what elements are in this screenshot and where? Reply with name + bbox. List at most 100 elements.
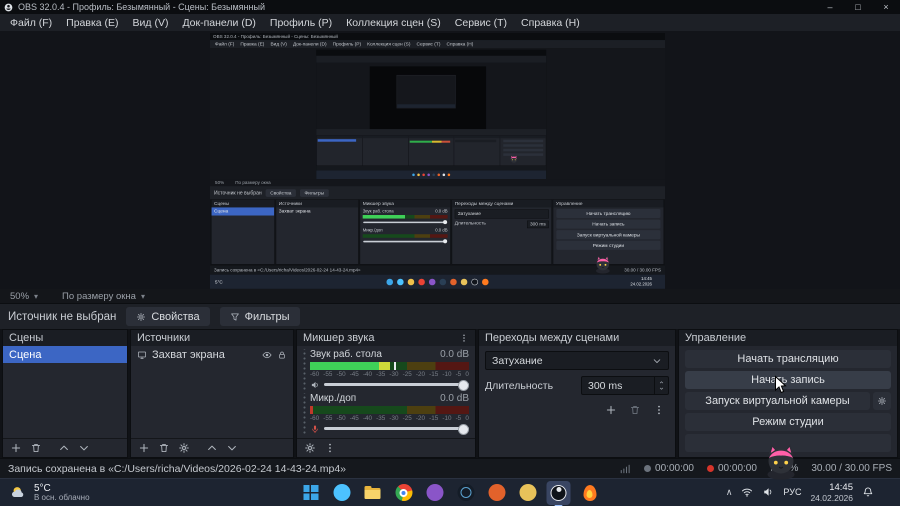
microphone-icon[interactable]: [310, 424, 320, 434]
windows-taskbar: 5°C В осн. облачно ∧ РУС 14:45 24.02.202…: [0, 478, 900, 506]
taskbar-weather-widget[interactable]: 5°C В осн. облачно: [10, 483, 90, 503]
taskbar-chrome-icon[interactable]: [392, 481, 416, 505]
cat-sticker-mini: [507, 155, 520, 165]
mixer-channel-desktop: Звук раб. стола 0.0 dB -60 -55 -50 -45 -40 -35…: [301, 349, 469, 391]
volume-icon[interactable]: [762, 486, 774, 498]
taskbar-yellow-app-icon[interactable]: [516, 481, 540, 505]
notifications-bell-icon[interactable]: [862, 486, 874, 498]
chevron-down-icon: [652, 356, 662, 366]
source-down-button[interactable]: [223, 441, 240, 456]
remove-transition-button[interactable]: [626, 402, 643, 417]
minimize-button[interactable]: –: [816, 0, 844, 14]
menu-file[interactable]: Файл (F): [3, 14, 59, 31]
eye-icon[interactable]: [262, 350, 272, 360]
record-status-dot: [706, 465, 714, 472]
add-scene-button[interactable]: [7, 441, 24, 456]
speaker-icon[interactable]: [310, 380, 320, 390]
fps-indicator: 30.00 / 30.00 FPS: [811, 463, 892, 474]
mixer-more-button[interactable]: [321, 441, 338, 456]
duration-spinbox[interactable]: 300 ms: [581, 376, 669, 395]
weather-desc: В осн. облачно: [34, 492, 90, 502]
menu-help[interactable]: Справка (H): [514, 14, 587, 31]
keyboard-language[interactable]: РУС: [783, 487, 801, 497]
taskbar-pinned-apps: [299, 480, 602, 505]
scenes-dock-title: Сцены: [3, 330, 127, 346]
source-properties-button[interactable]: [175, 441, 192, 456]
source-up-button[interactable]: [203, 441, 220, 456]
mini-obs-level-1: OBS 32.0.4 - Профиль: Безымянный - Сцены…: [210, 33, 665, 289]
weather-icon: [10, 485, 28, 500]
wifi-icon[interactable]: [741, 486, 753, 498]
taskbar-obs-icon[interactable]: [546, 480, 571, 505]
volume-meter: [310, 362, 469, 370]
sources-dock-title: Источники: [131, 330, 293, 346]
menu-tools[interactable]: Сервис (T): [448, 14, 514, 31]
stream-timecode: 00:00:00: [644, 463, 694, 474]
tray-overflow-chevron[interactable]: ∧: [726, 487, 733, 498]
menu-docks[interactable]: Док-панели (D): [175, 14, 262, 31]
spin-up-icon[interactable]: [658, 380, 665, 385]
remove-source-button[interactable]: [155, 441, 172, 456]
fit-mode-dropdown[interactable]: По размеру окна: [62, 291, 145, 302]
start-recording-button[interactable]: Начать запись: [685, 371, 891, 389]
display-icon: [137, 350, 147, 360]
spin-down-icon[interactable]: [658, 386, 665, 391]
zoom-level-dropdown[interactable]: 50%: [10, 291, 38, 302]
source-list-item[interactable]: Захват экрана: [131, 346, 293, 364]
mixer-settings-button[interactable]: [301, 441, 318, 456]
add-source-button[interactable]: [135, 441, 152, 456]
funnel-icon: [230, 312, 240, 322]
taskbar-flame-app-icon[interactable]: [578, 481, 602, 505]
close-button[interactable]: ×: [872, 0, 900, 14]
clock-time: 14:45: [829, 481, 853, 493]
scene-up-button[interactable]: [55, 441, 72, 456]
lock-icon[interactable]: [277, 350, 287, 360]
window-titlebar: OBS 32.0.4 - Профиль: Безымянный - Сцены…: [0, 0, 900, 14]
scene-down-button[interactable]: [75, 441, 92, 456]
virtual-camera-settings-button[interactable]: [873, 392, 891, 410]
volume-db-label: 0.0 dB: [440, 393, 469, 404]
studio-mode-button[interactable]: Режим студии: [685, 413, 891, 431]
remove-scene-button[interactable]: [27, 441, 44, 456]
mini-obs-level-2: [316, 49, 547, 180]
system-tray: ∧ РУС 14:45 24.02.2026: [726, 482, 890, 504]
stream-status-dot: [644, 465, 652, 472]
volume-slider[interactable]: [324, 423, 469, 435]
drag-handle[interactable]: [301, 349, 306, 391]
taskbar-purple-app-icon[interactable]: [423, 481, 447, 505]
network-bars-icon: [619, 463, 631, 475]
windows-logo-icon: [303, 485, 318, 500]
taskbar-widgets-icon[interactable]: [330, 481, 354, 505]
taskbar-clock[interactable]: 14:45 24.02.2026: [810, 482, 853, 504]
cat-sticker-in-capture: [590, 254, 615, 273]
volume-slider[interactable]: [324, 379, 469, 391]
drag-handle[interactable]: [301, 393, 306, 435]
menu-view[interactable]: Вид (V): [126, 14, 176, 31]
window-title: OBS 32.0.4 - Профиль: Безымянный - Сцены…: [18, 2, 265, 12]
menu-scene-collection[interactable]: Коллекция сцен (S): [339, 14, 448, 31]
menu-profile[interactable]: Профиль (P): [263, 14, 339, 31]
source-toolbar: Источник не выбран Свойства Фильтры: [0, 303, 900, 329]
taskbar-steam-icon[interactable]: [454, 481, 478, 505]
scene-list-item[interactable]: Сцена: [3, 346, 127, 363]
mouse-cursor: [774, 375, 787, 395]
start-streaming-button[interactable]: Начать трансляцию: [685, 350, 891, 368]
clock-date: 24.02.2026: [810, 493, 853, 504]
filters-button[interactable]: Фильтры: [219, 307, 300, 326]
properties-button[interactable]: Свойства: [126, 307, 210, 326]
taskbar-orange-app-icon[interactable]: [485, 481, 509, 505]
menu-edit[interactable]: Правка (E): [59, 14, 125, 31]
screen-capture-preview[interactable]: OBS 32.0.4 - Профиль: Безымянный - Сцены…: [210, 33, 665, 289]
maximize-button[interactable]: □: [844, 0, 872, 14]
docks-row: Сцены Сцена Источники Захват экрана Микш…: [0, 329, 900, 458]
duration-label: Длительность: [485, 379, 554, 392]
controls-dock: Управление Начать трансляцию Начать запи…: [678, 329, 898, 458]
status-message: Запись сохранена в «C:/Users/richa/Video…: [8, 462, 347, 475]
transition-select[interactable]: Затухание: [485, 351, 669, 370]
add-transition-button[interactable]: [602, 402, 619, 417]
taskbar-explorer-icon[interactable]: [361, 481, 385, 505]
transition-more-button[interactable]: [650, 402, 667, 417]
record-timecode: 00:00:00: [706, 463, 757, 474]
mixer-menu-icon[interactable]: [459, 333, 469, 343]
taskbar-start-button[interactable]: [299, 481, 323, 505]
